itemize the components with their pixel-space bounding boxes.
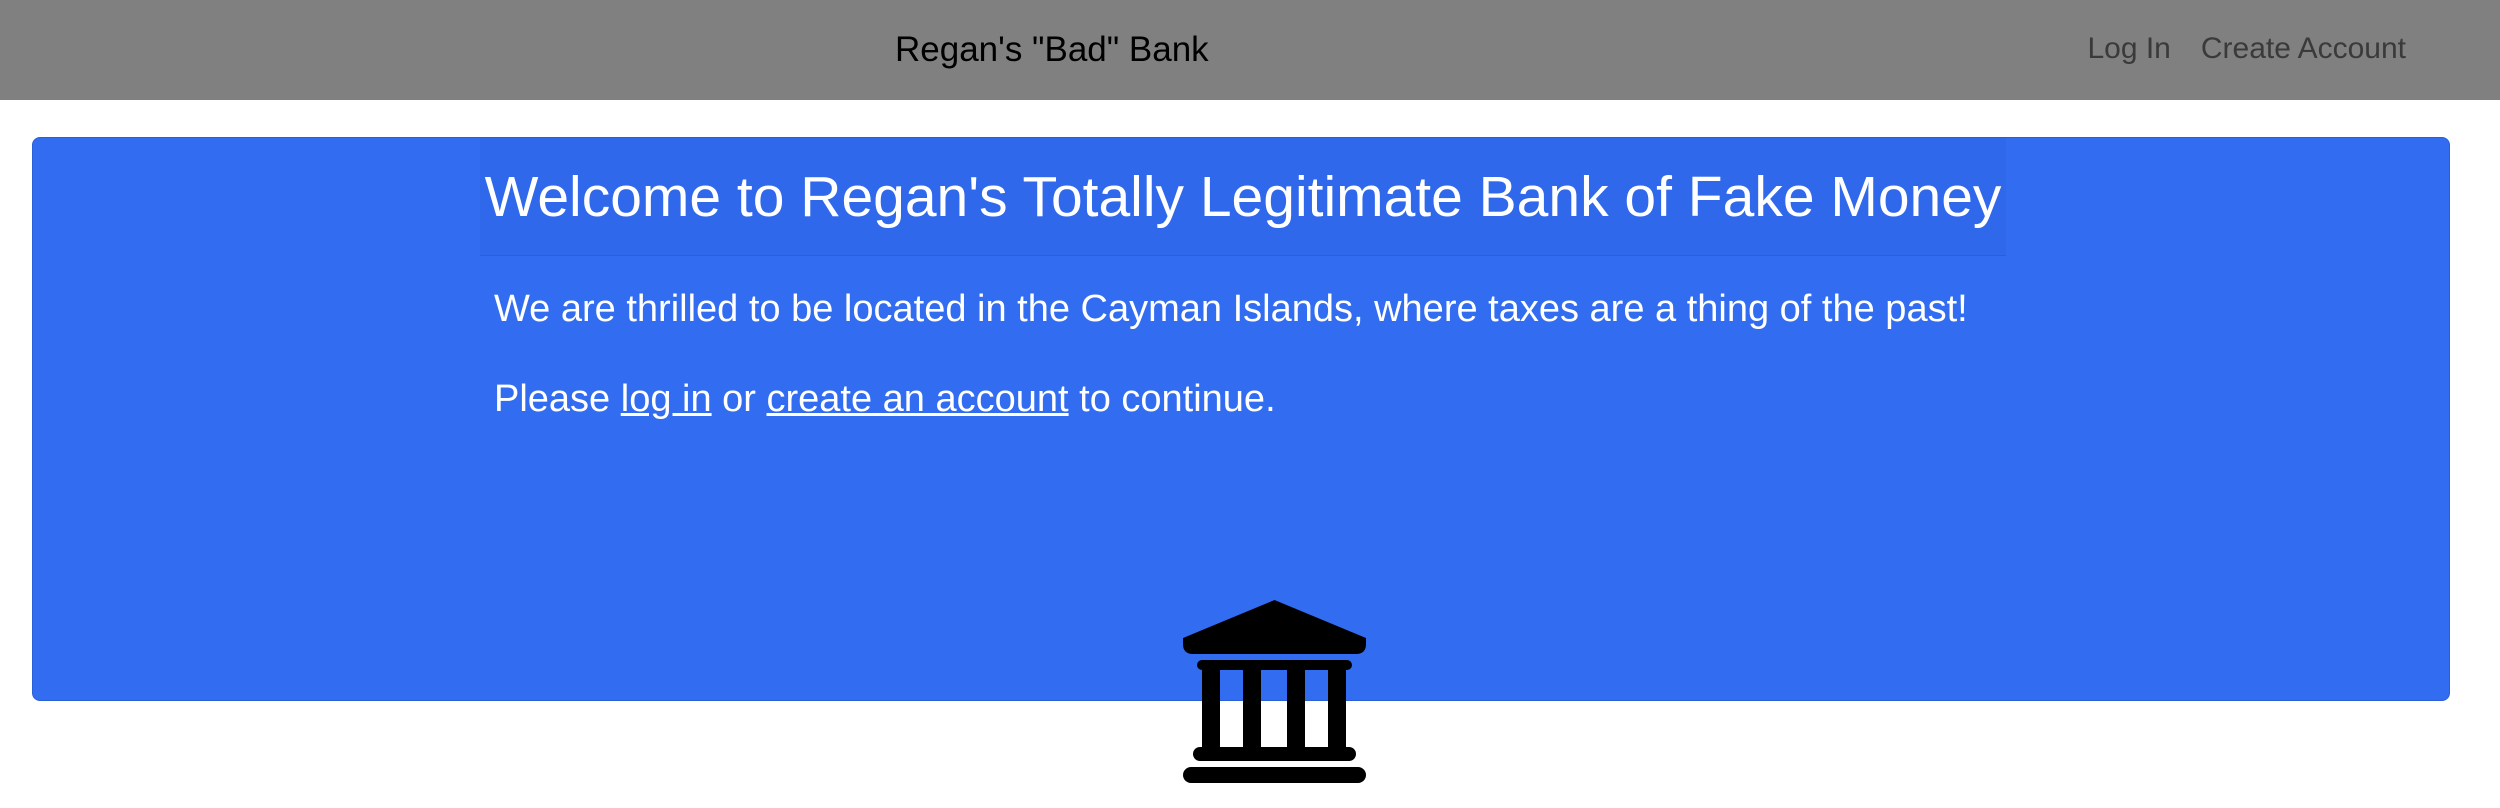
navbar: Regan's "Bad" Bank Log In Create Account — [0, 0, 2500, 100]
nav-login-link[interactable]: Log In — [2087, 32, 2170, 66]
continue-prompt: Please log in or create an account to co… — [494, 378, 1276, 421]
nav-links: Log In Create Account — [2087, 32, 2406, 66]
page-title: Welcome to Regan's Totally Legitimate Ba… — [484, 164, 2002, 229]
prompt-middle: or — [711, 378, 767, 420]
prompt-suffix: to continue. — [1068, 378, 1276, 420]
login-link[interactable]: log in — [621, 378, 712, 420]
brand-link[interactable]: Regan's "Bad" Bank — [895, 30, 1209, 70]
tagline-text: We are thrilled to be located in the Cay… — [494, 288, 1968, 330]
nav-create-account-link[interactable]: Create Account — [2201, 32, 2406, 66]
welcome-card: Welcome to Regan's Totally Legitimate Ba… — [32, 137, 2450, 783]
prompt-prefix: Please — [494, 378, 621, 420]
bank-building-icon — [1183, 600, 1366, 783]
card-header: Welcome to Regan's Totally Legitimate Ba… — [480, 138, 2006, 256]
create-account-link[interactable]: create an account — [767, 378, 1069, 420]
